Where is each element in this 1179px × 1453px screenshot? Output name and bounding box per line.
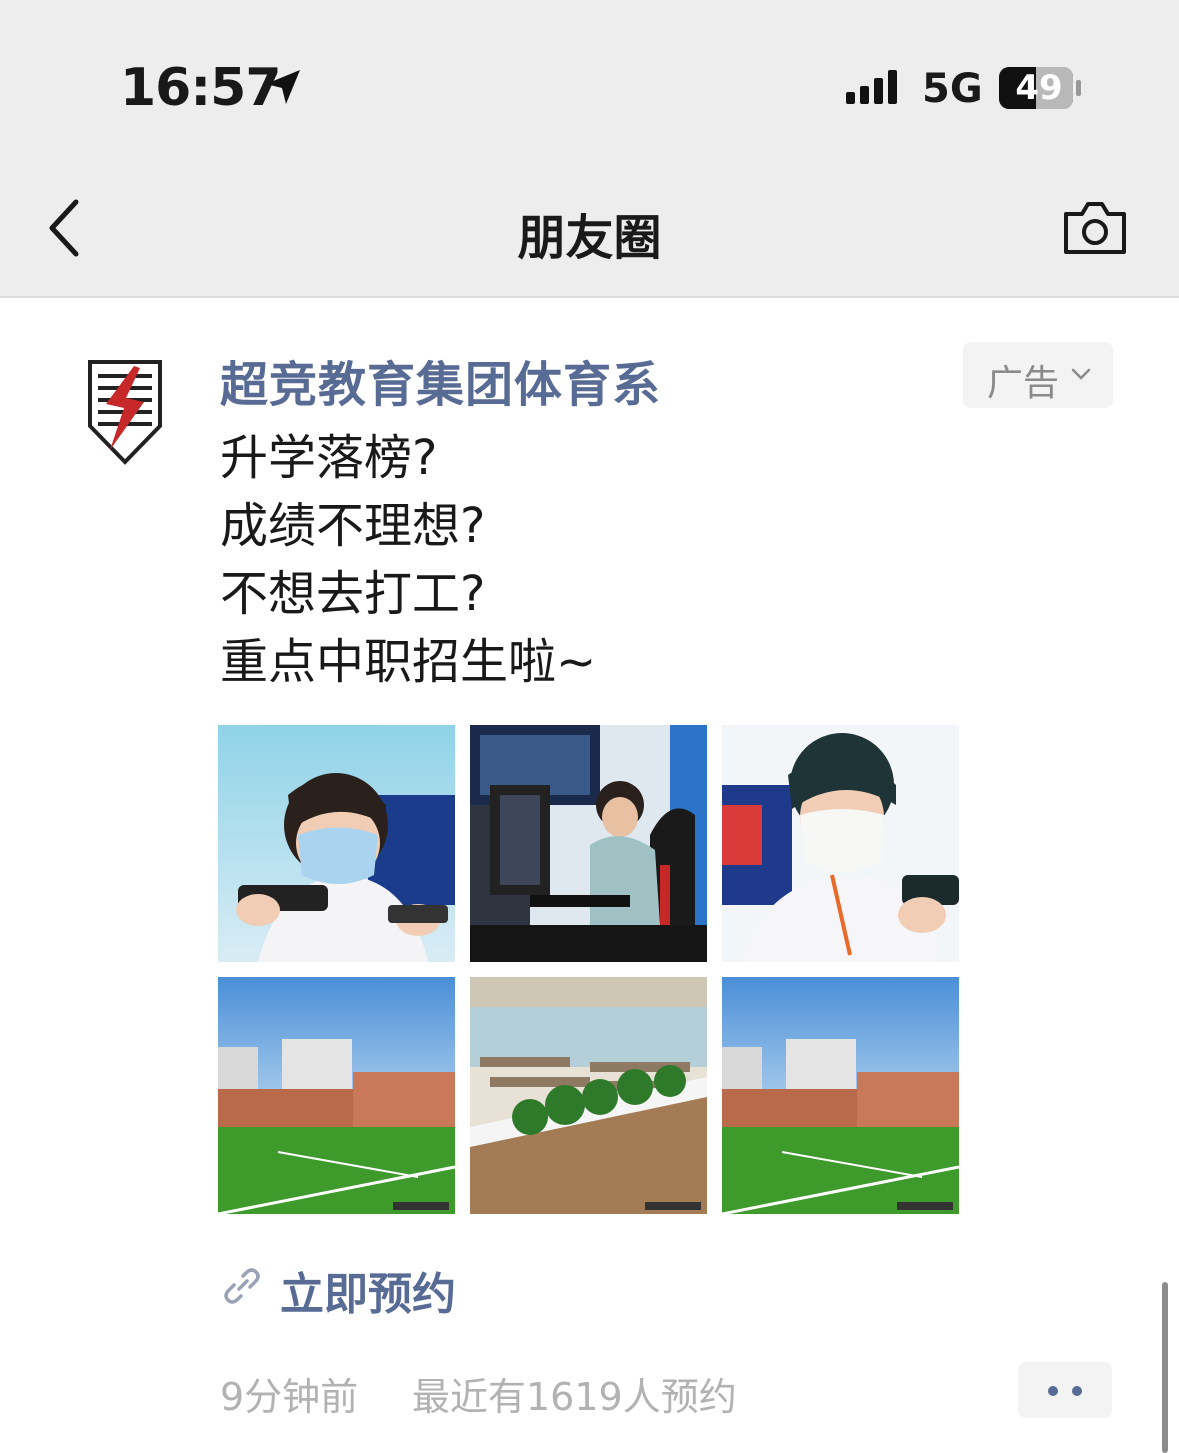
- grid-image-3[interactable]: [722, 725, 959, 962]
- more-dot-icon: [1072, 1386, 1082, 1396]
- header-bar: 16:57 5G 49 朋友圈: [0, 0, 1179, 296]
- reservation-count: 最近有1619人预约: [412, 1375, 737, 1419]
- post-text-line: 重点中职招生啦~: [220, 634, 597, 690]
- grid-image-5[interactable]: [470, 977, 707, 1214]
- header-divider: [0, 296, 1179, 298]
- chevron-down-icon: [1071, 368, 1091, 380]
- ad-badge[interactable]: 广告: [963, 342, 1113, 408]
- reserve-now-link[interactable]: 立即预约: [280, 1258, 456, 1322]
- grid-image-1[interactable]: [218, 725, 455, 962]
- grid-image-4[interactable]: [218, 977, 455, 1214]
- camera-icon[interactable]: [1062, 200, 1128, 256]
- grid-image-6[interactable]: [722, 977, 959, 1214]
- post-text-line: 成绩不理想?: [220, 498, 486, 554]
- author-avatar[interactable]: [84, 356, 166, 468]
- status-time: 16:57: [120, 58, 282, 118]
- page-title: 朋友圈: [517, 210, 662, 266]
- ad-label: 广告: [987, 363, 1060, 404]
- post-text-line: 升学落榜?: [220, 430, 438, 486]
- scrollbar[interactable]: [1162, 1282, 1168, 1453]
- battery-level: 49: [1015, 68, 1063, 108]
- location-arrow-icon: [266, 70, 300, 104]
- post-text-line: 不想去打工?: [220, 566, 486, 622]
- post-time: 9分钟前: [220, 1375, 359, 1419]
- network-type: 5G: [922, 66, 983, 112]
- author-name[interactable]: 超竞教育集团体育系: [220, 345, 661, 415]
- image-grid: [218, 725, 959, 1214]
- link-icon: [224, 1268, 260, 1304]
- post-text: 升学落榜? 成绩不理想? 不想去打工? 重点中职招生啦~: [220, 424, 596, 696]
- more-actions-button[interactable]: [1018, 1362, 1112, 1418]
- more-dot-icon: [1048, 1386, 1058, 1396]
- signal-icon: [846, 70, 897, 104]
- grid-image-2[interactable]: [470, 725, 707, 962]
